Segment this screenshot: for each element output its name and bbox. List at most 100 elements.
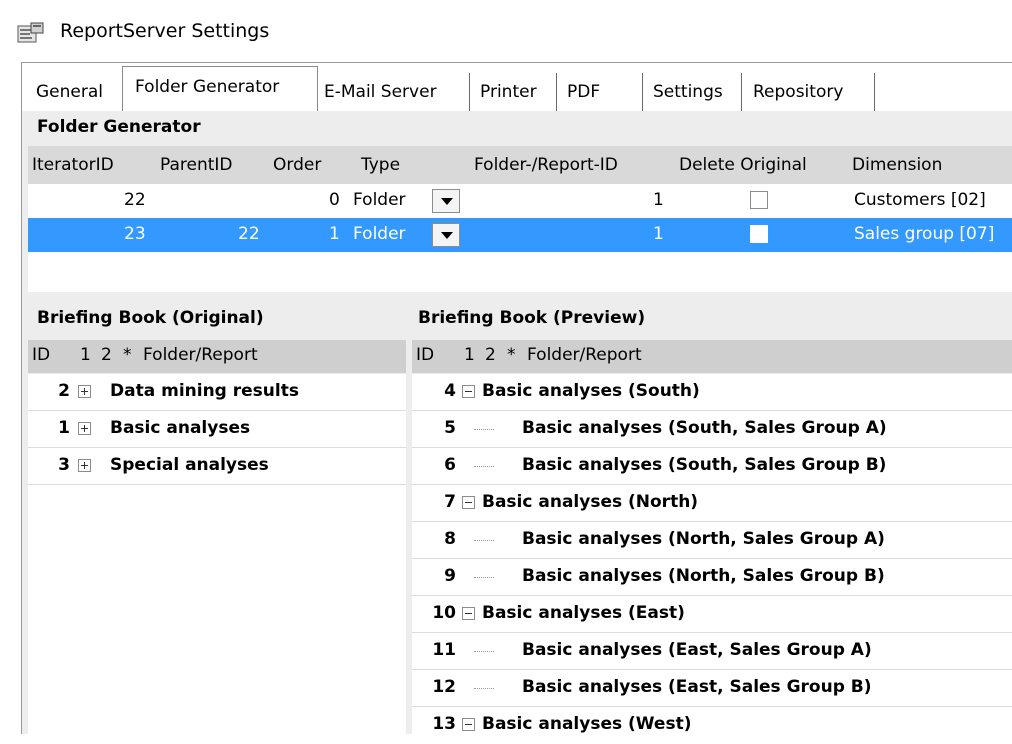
- table-row[interactable]: 23 22 1 Folder 1 Sales group [07]: [28, 218, 1012, 252]
- cell-folder-report-id: 1: [653, 190, 664, 210]
- tree-item-id: 7: [444, 492, 456, 512]
- tree-item-id: 9: [444, 566, 456, 586]
- briefing-preview-header: ID 1 2 * Folder/Report: [412, 340, 1012, 373]
- tree-item-label: Basic analyses (North, Sales Group A): [522, 529, 885, 549]
- folder-generator-grid-header: IteratorID ParentID Order Type Folder-/R…: [28, 146, 1012, 184]
- settings-window-icon: [17, 22, 45, 46]
- cell-type[interactable]: Folder: [353, 224, 406, 244]
- column-header-order[interactable]: Order: [273, 155, 321, 175]
- cell-iterator-id: 22: [124, 190, 146, 210]
- tree-item[interactable]: 3 Special analyses: [28, 448, 406, 485]
- tree-item[interactable]: 2 Data mining results: [28, 374, 406, 411]
- tree-item[interactable]: 9 Basic analyses (North, Sales Group B): [412, 559, 1012, 596]
- tree-item[interactable]: 4 Basic analyses (South): [412, 374, 1012, 411]
- cell-type[interactable]: Folder: [353, 190, 406, 210]
- tree-item[interactable]: 5 Basic analyses (South, Sales Group A): [412, 411, 1012, 448]
- type-dropdown-button[interactable]: [432, 223, 460, 247]
- tree-item[interactable]: 8 Basic analyses (North, Sales Group A): [412, 522, 1012, 559]
- cell-dimension: Sales group [07]: [854, 224, 995, 244]
- tree-connector: [474, 688, 494, 689]
- column-header-parentid[interactable]: ParentID: [160, 155, 233, 175]
- collapse-icon[interactable]: [462, 718, 475, 731]
- tree-item[interactable]: 13 Basic analyses (West): [412, 707, 1012, 744]
- cell-parent-id: 22: [238, 224, 260, 244]
- cell-order: 1: [329, 224, 340, 244]
- tab-pdf[interactable]: PDF: [567, 73, 643, 111]
- briefing-preview-tree: 4 Basic analyses (South) 5 Basic analyse…: [412, 374, 1012, 734]
- tab-bar: General Folder Generator E-Mail Server P…: [22, 63, 1012, 111]
- tree-item[interactable]: 11 Basic analyses (East, Sales Group A): [412, 633, 1012, 670]
- tree-item[interactable]: 12 Basic analyses (East, Sales Group B): [412, 670, 1012, 707]
- tree-item-label: Data mining results: [110, 381, 299, 401]
- column-header-delete-original[interactable]: Delete Original: [679, 155, 807, 175]
- tree-item[interactable]: 1 Basic analyses: [28, 411, 406, 448]
- tree-item-id: 4: [444, 381, 456, 401]
- tree-item-label: Basic analyses (East, Sales Group B): [522, 677, 872, 697]
- tree-item-label: Basic analyses (South, Sales Group B): [522, 455, 887, 475]
- tree-item-label: Basic analyses (South, Sales Group A): [522, 418, 887, 438]
- briefing-original-header: ID 1 2 * Folder/Report: [28, 340, 406, 373]
- tree-item-id: 11: [432, 640, 456, 660]
- cell-dimension: Customers [02]: [854, 190, 986, 210]
- expand-icon[interactable]: [78, 422, 91, 435]
- tree-item-label: Basic analyses (North): [482, 492, 699, 512]
- cell-iterator-id: 23: [124, 224, 146, 244]
- collapse-icon[interactable]: [462, 607, 475, 620]
- delete-original-checkbox[interactable]: [750, 225, 768, 243]
- tree-item-id: 13: [432, 714, 456, 734]
- tree-item-label: Special analyses: [110, 455, 269, 475]
- collapse-icon[interactable]: [462, 496, 475, 509]
- tree-item-label: Basic analyses (West): [482, 714, 692, 734]
- briefing-original-title: Briefing Book (Original): [37, 308, 264, 328]
- tab-general[interactable]: General: [36, 73, 135, 111]
- cell-folder-report-id: 1: [653, 224, 664, 244]
- tree-item-label: Basic analyses (South): [482, 381, 700, 401]
- column-header-folder-report[interactable]: Folder/Report: [527, 345, 642, 365]
- cell-order: 0: [329, 190, 340, 210]
- window-title: ReportServer Settings: [60, 20, 270, 42]
- tab-printer[interactable]: Printer: [480, 73, 557, 111]
- tree-connector: [474, 429, 494, 430]
- tab-email-server[interactable]: E-Mail Server: [324, 73, 470, 111]
- expand-icon[interactable]: [78, 385, 91, 398]
- tree-connector: [474, 577, 494, 578]
- tree-item[interactable]: 6 Basic analyses (South, Sales Group B): [412, 448, 1012, 485]
- column-header-1[interactable]: 1: [80, 345, 91, 365]
- title-bar: ReportServer Settings: [0, 0, 1012, 62]
- tree-item-label: Basic analyses: [110, 418, 251, 438]
- tree-item-id: 12: [432, 677, 456, 697]
- collapse-icon[interactable]: [462, 385, 475, 398]
- tree-item[interactable]: 7 Basic analyses (North): [412, 485, 1012, 522]
- expand-icon[interactable]: [78, 459, 91, 472]
- tree-item-id: 6: [444, 455, 456, 475]
- tab-settings[interactable]: Settings: [653, 73, 742, 111]
- column-header-dimension[interactable]: Dimension: [852, 155, 942, 175]
- tab-folder-generator[interactable]: Folder Generator: [122, 66, 318, 111]
- type-dropdown-button[interactable]: [432, 189, 460, 213]
- column-header-star[interactable]: *: [123, 345, 132, 365]
- tree-item[interactable]: 10 Basic analyses (East): [412, 596, 1012, 633]
- column-header-type[interactable]: Type: [361, 155, 400, 175]
- column-header-id[interactable]: ID: [416, 345, 434, 365]
- tree-connector: [474, 540, 494, 541]
- column-header-folder-report[interactable]: Folder/Report: [143, 345, 258, 365]
- briefing-preview-title: Briefing Book (Preview): [418, 308, 646, 328]
- tree-item-label: Basic analyses (East): [482, 603, 685, 623]
- delete-original-checkbox[interactable]: [750, 191, 768, 209]
- column-header-id[interactable]: ID: [32, 345, 50, 365]
- briefing-original-tree: 2 Data mining results 1 Basic analyses 3…: [28, 374, 406, 734]
- tree-item-label: Basic analyses (East, Sales Group A): [522, 640, 872, 660]
- tree-connector: [474, 651, 494, 652]
- tree-item-label: Basic analyses (North, Sales Group B): [522, 566, 885, 586]
- column-header-2[interactable]: 2: [485, 345, 496, 365]
- tree-item-id: 1: [58, 418, 70, 438]
- column-header-star[interactable]: *: [507, 345, 516, 365]
- folder-generator-title: Folder Generator: [37, 117, 201, 137]
- column-header-iteratorid[interactable]: IteratorID: [32, 155, 114, 175]
- column-header-1[interactable]: 1: [464, 345, 475, 365]
- tree-item-id: 2: [58, 381, 70, 401]
- column-header-folder-report-id[interactable]: Folder-/Report-ID: [474, 155, 618, 175]
- table-row[interactable]: 22 0 Folder 1 Customers [02]: [28, 184, 1012, 218]
- tab-repository[interactable]: Repository: [753, 73, 875, 111]
- column-header-2[interactable]: 2: [101, 345, 112, 365]
